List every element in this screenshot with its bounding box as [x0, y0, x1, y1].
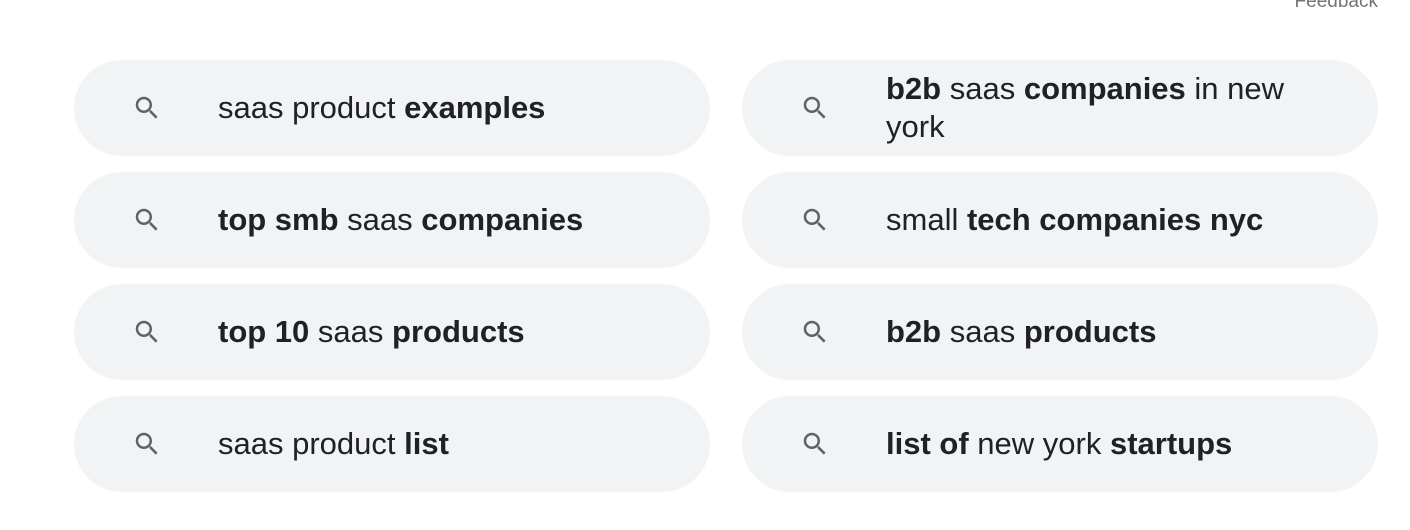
related-search-chip[interactable]: saas product examples [74, 60, 710, 156]
related-search-chip[interactable]: saas product list [74, 396, 710, 492]
suggestion-text: top 10 saas products [218, 313, 525, 351]
search-icon [132, 317, 162, 347]
search-icon [800, 429, 830, 459]
suggestion-part-bold: companies [1023, 71, 1186, 106]
search-icon [132, 205, 162, 235]
search-icon [800, 317, 830, 347]
suggestion-part: small [886, 202, 967, 237]
suggestion-part-bold: products [1023, 314, 1157, 349]
suggestion-part-bold: top 10 [218, 314, 310, 349]
suggestion-text: top smb saas companies [218, 201, 583, 239]
related-search-chip[interactable]: top 10 saas products [74, 284, 710, 380]
search-icon [132, 93, 162, 123]
suggestion-text: list of new york startups [886, 425, 1232, 463]
suggestion-part-bold: top smb [218, 202, 339, 237]
suggestion-part-bold: tech companies nyc [966, 202, 1264, 237]
suggestion-part-bold: b2b [886, 71, 942, 106]
suggestion-part-bold: products [392, 314, 525, 349]
suggestion-part-bold: list of [886, 426, 969, 461]
search-icon [132, 429, 162, 459]
related-searches-grid: saas product examples b2b saas companies… [74, 60, 1378, 492]
related-search-chip[interactable]: b2b saas companies in new york [742, 60, 1378, 156]
suggestion-part: saas [941, 71, 1024, 106]
suggestion-part-bold: companies [421, 202, 584, 237]
related-search-chip[interactable]: small tech companies nyc [742, 172, 1378, 268]
feedback-link[interactable]: Feedback [1295, 0, 1378, 13]
suggestion-part: saas [338, 202, 422, 237]
search-icon [800, 93, 830, 123]
suggestion-text: b2b saas products [886, 313, 1156, 351]
suggestion-part-bold: examples [404, 90, 546, 125]
suggestion-text: small tech companies nyc [886, 201, 1263, 239]
suggestion-text: saas product list [218, 425, 449, 463]
search-icon [800, 205, 830, 235]
suggestion-text: b2b saas companies in new york [886, 70, 1338, 146]
suggestion-part: saas [941, 314, 1024, 349]
suggestion-text: saas product examples [218, 89, 545, 127]
suggestion-part: new york [968, 426, 1110, 461]
related-search-chip[interactable]: list of new york startups [742, 396, 1378, 492]
suggestion-part-bold: b2b [886, 314, 942, 349]
related-search-chip[interactable]: top smb saas companies [74, 172, 710, 268]
suggestion-part: saas [309, 314, 393, 349]
related-search-chip[interactable]: b2b saas products [742, 284, 1378, 380]
suggestion-part: saas product [218, 90, 405, 125]
suggestion-part-bold: list [404, 426, 449, 461]
suggestion-part: saas product [218, 426, 405, 461]
suggestion-part-bold: startups [1109, 426, 1233, 461]
